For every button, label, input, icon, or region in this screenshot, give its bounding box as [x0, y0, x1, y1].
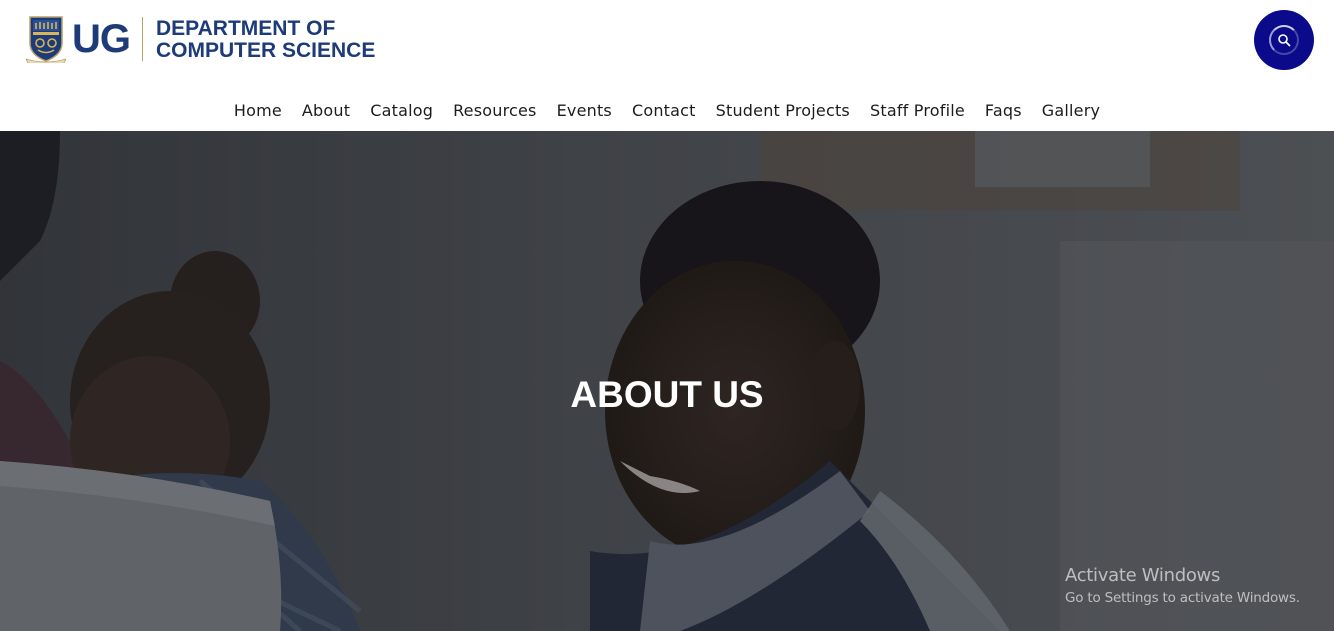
main-nav: Home About Catalog Resources Events Cont…: [0, 99, 1334, 123]
department-name: DEPARTMENT OF COMPUTER SCIENCE: [156, 18, 375, 62]
nav-student-projects[interactable]: Student Projects: [716, 99, 850, 123]
site-header: UG DEPARTMENT OF COMPUTER SCIENCE Home A…: [0, 0, 1334, 131]
search-ring: [1269, 25, 1299, 55]
university-crest-icon: [25, 15, 67, 66]
department-line-1: DEPARTMENT OF: [156, 17, 336, 40]
brand-short: UG: [72, 17, 131, 61]
nav-staff-profile[interactable]: Staff Profile: [870, 99, 965, 123]
site-logo[interactable]: UG DEPARTMENT OF COMPUTER SCIENCE: [25, 14, 375, 66]
logo-divider: [142, 17, 143, 61]
hero-banner: ABOUT US: [0, 131, 1334, 631]
nav-catalog[interactable]: Catalog: [370, 99, 433, 123]
search-button[interactable]: [1254, 10, 1314, 70]
nav-contact[interactable]: Contact: [632, 99, 696, 123]
watermark-subtitle: Go to Settings to activate Windows.: [1065, 590, 1300, 606]
nav-about[interactable]: About: [302, 99, 350, 123]
nav-events[interactable]: Events: [557, 99, 612, 123]
nav-resources[interactable]: Resources: [453, 99, 537, 123]
nav-gallery[interactable]: Gallery: [1042, 99, 1100, 123]
page-title: ABOUT US: [570, 374, 764, 415]
search-icon: [1278, 34, 1291, 47]
windows-activation-watermark: Activate Windows Go to Settings to activ…: [1065, 565, 1300, 608]
watermark-title: Activate Windows: [1065, 565, 1221, 586]
department-line-2: COMPUTER SCIENCE: [156, 39, 376, 62]
nav-home[interactable]: Home: [234, 99, 282, 123]
nav-faqs[interactable]: Faqs: [985, 99, 1022, 123]
